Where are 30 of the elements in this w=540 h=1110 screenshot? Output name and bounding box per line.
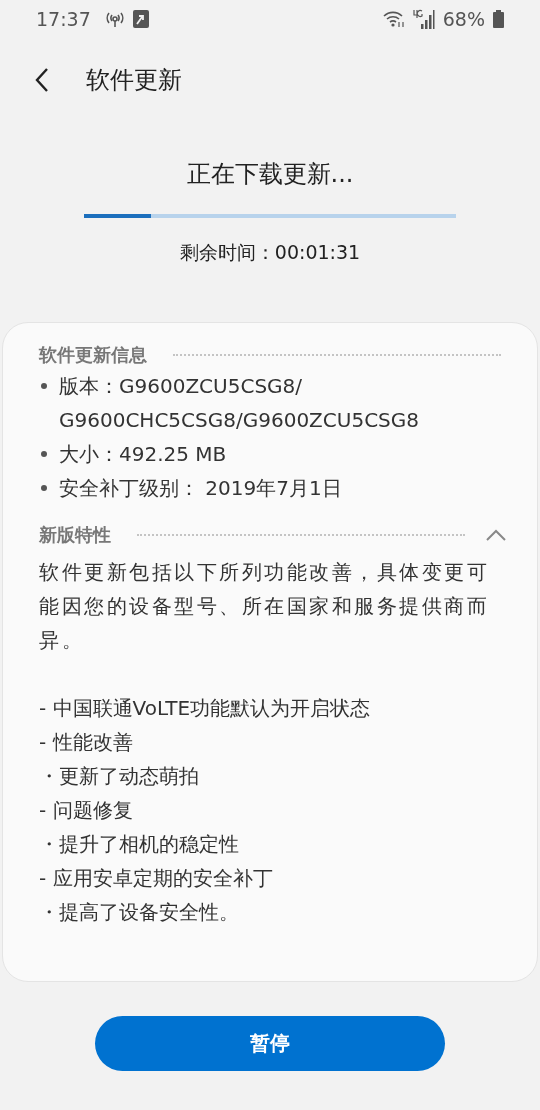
signal-icon	[412, 9, 435, 29]
feature-item: ・更新了动态萌拍	[39, 763, 200, 790]
section-heading: 软件更新信息	[39, 343, 147, 367]
feature-item: - 问题修复	[39, 797, 134, 824]
feature-description: 软件更新包括以下所列功能改善，具体变更可能因您的设备型号、所在国家和服务提供商而异。	[39, 559, 490, 654]
battery-icon	[493, 10, 504, 28]
section-heading: 新版特性	[39, 523, 111, 547]
feature-item: ・提高了设备安全性。	[39, 899, 240, 926]
share-icon	[132, 10, 149, 28]
download-status: 正在下载更新...	[186, 159, 354, 190]
battery-percent: 68%	[442, 8, 485, 30]
info-text: 版本：G9600ZCU5CSG8/	[59, 373, 304, 400]
pause-button[interactable]: 暂停	[95, 1016, 445, 1071]
page-title: 软件更新	[86, 65, 182, 96]
info-text: 安全补丁级别： 2019年7月1日	[59, 475, 342, 502]
hotspot-icon	[104, 10, 125, 28]
feature-item: - 应用安卓定期的安全补丁	[39, 865, 274, 892]
feature-item: ・提升了相机的稳定性	[39, 831, 240, 858]
feature-item: - 中国联通VoLTE功能默认为开启状态	[39, 695, 372, 722]
collapse-icon[interactable]	[485, 528, 507, 542]
bullet-icon	[41, 485, 47, 491]
status-time: 17:37	[36, 8, 91, 30]
remaining-time: 剩余时间：00:01:31	[179, 240, 361, 265]
info-text: G9600CHC5CSG8/G9600ZCU5CSG8	[59, 407, 420, 434]
wifi-icon	[382, 10, 405, 28]
back-icon[interactable]	[34, 67, 50, 93]
feature-item: - 性能改善	[39, 729, 134, 756]
bullet-icon	[41, 383, 47, 389]
bullet-icon	[41, 451, 47, 457]
info-text: 大小：492.25 MB	[59, 441, 227, 468]
